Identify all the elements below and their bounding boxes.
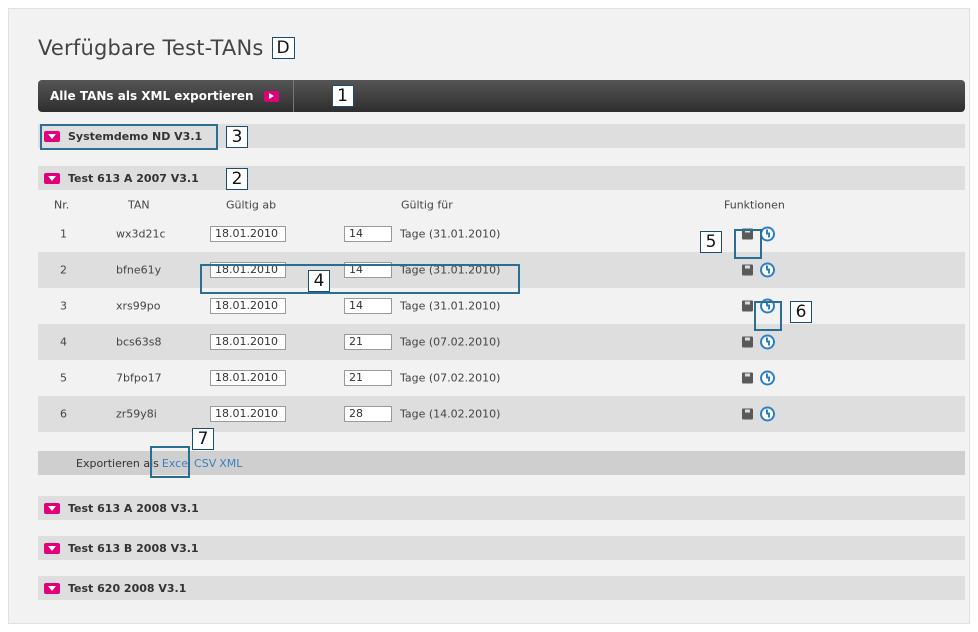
row-tan: xrs99po — [116, 299, 161, 313]
callout-4: 4 — [308, 270, 330, 292]
group-test-613-a-2008[interactable]: Test 613 A 2008 V3.1 — [38, 496, 965, 520]
valid-days-input[interactable]: 14 — [344, 298, 392, 314]
valid-from-input[interactable]: 18.01.2010 — [210, 406, 286, 422]
table-row: 4 bcs63s8 18.01.2010 21 Tage (07.02.2010… — [38, 324, 965, 360]
clock-icon[interactable] — [760, 226, 775, 242]
chevron-down-icon[interactable] — [44, 172, 60, 184]
valid-until-text: Tage (14.02.2010) — [400, 407, 501, 421]
group-label: Test 613 A 2007 V3.1 — [68, 171, 199, 185]
valid-until-text: Tage (07.02.2010) — [400, 335, 501, 349]
valid-days-input[interactable]: 21 — [344, 334, 392, 350]
clock-icon[interactable] — [760, 406, 775, 422]
valid-days-input[interactable]: 14 — [344, 226, 392, 242]
col-header-funktionen: Funktionen — [724, 198, 785, 212]
callout-d: D — [271, 37, 295, 59]
valid-until-text: Tage (31.01.2010) — [400, 263, 501, 277]
save-icon[interactable] — [742, 372, 753, 384]
chevron-down-icon[interactable] — [44, 542, 60, 554]
group-test-613-a-2007[interactable]: Test 613 A 2007 V3.1 — [38, 166, 965, 190]
row-tan: bcs63s8 — [116, 335, 162, 349]
col-header-tan: TAN — [128, 198, 150, 212]
valid-from-input[interactable]: 18.01.2010 — [210, 334, 286, 350]
col-header-nr: Nr. — [54, 198, 70, 212]
callout-6: 6 — [790, 301, 812, 323]
row-nr: 2 — [60, 263, 67, 277]
export-excel-link[interactable]: Excel — [162, 457, 191, 470]
export-as-bar: Exportieren als Excel CSV XML — [38, 451, 965, 475]
save-icon[interactable] — [742, 228, 753, 240]
row-tan: bfne61y — [116, 263, 162, 277]
row-tan: zr59y8i — [116, 407, 157, 421]
row-tan: wx3d21c — [116, 227, 166, 241]
group-label: Systemdemo ND V3.1 — [68, 129, 203, 143]
row-nr: 4 — [60, 335, 67, 349]
clock-icon[interactable] — [760, 262, 775, 278]
page-header: Verfügbare Test-TANs D — [38, 36, 295, 60]
table-row: 3 xrs99po 18.01.2010 14 Tage (31.01.2010… — [38, 288, 965, 324]
save-icon[interactable] — [742, 336, 753, 348]
save-icon[interactable] — [742, 300, 753, 312]
save-icon[interactable] — [742, 264, 753, 276]
save-icon[interactable] — [742, 408, 753, 420]
clock-icon[interactable] — [760, 334, 775, 350]
valid-from-input[interactable]: 18.01.2010 — [210, 298, 286, 314]
valid-from-input[interactable]: 18.01.2010 — [210, 226, 286, 242]
group-label: Test 613 A 2008 V3.1 — [68, 501, 199, 515]
valid-from-input[interactable]: 18.01.2010 — [210, 370, 286, 386]
callout-5: 5 — [700, 231, 722, 253]
row-nr: 5 — [60, 371, 67, 385]
export-xml-link[interactable]: XML — [219, 457, 242, 470]
table-row: 5 7bfpo17 18.01.2010 21 Tage (07.02.2010… — [38, 360, 965, 396]
table-row: 2 bfne61y 18.01.2010 14 Tage (31.01.2010… — [38, 252, 965, 288]
valid-days-input[interactable]: 21 — [344, 370, 392, 386]
col-header-gueltig-ab: Gültig ab — [226, 198, 277, 212]
export-all-xml-label: Alle TANs als XML exportieren — [50, 89, 254, 103]
group-label: Test 613 B 2008 V3.1 — [68, 541, 199, 555]
valid-days-input[interactable]: 28 — [344, 406, 392, 422]
valid-until-text: Tage (31.01.2010) — [400, 299, 501, 313]
group-test-620-2008[interactable]: Test 620 2008 V3.1 — [38, 576, 965, 600]
export-toolbar: Alle TANs als XML exportieren 1 — [38, 80, 965, 112]
callout-3: 3 — [226, 126, 248, 148]
group-test-613-b-2008[interactable]: Test 613 B 2008 V3.1 — [38, 536, 965, 560]
callout-7: 7 — [192, 428, 214, 450]
table-row: 1 wx3d21c 18.01.2010 14 Tage (31.01.2010… — [38, 216, 965, 252]
row-tan: 7bfpo17 — [116, 371, 162, 385]
clock-icon[interactable] — [760, 370, 775, 386]
valid-from-input[interactable]: 18.01.2010 — [210, 262, 286, 278]
chevron-down-icon[interactable] — [44, 502, 60, 514]
chevron-down-icon[interactable] — [44, 130, 60, 142]
page-title: Verfügbare Test-TANs — [38, 36, 264, 60]
export-csv-link[interactable]: CSV — [194, 457, 216, 470]
valid-until-text: Tage (07.02.2010) — [400, 371, 501, 385]
tan-table: Nr. TAN Gültig ab Gültig für Funktionen … — [38, 194, 965, 432]
valid-days-input[interactable]: 14 — [344, 262, 392, 278]
export-as-label: Exportieren als — [76, 456, 159, 470]
valid-until-text: Tage (31.01.2010) — [400, 227, 501, 241]
group-label: Test 620 2008 V3.1 — [68, 581, 187, 595]
table-header: Nr. TAN Gültig ab Gültig für Funktionen — [38, 194, 965, 216]
chevron-down-icon[interactable] — [44, 582, 60, 594]
row-nr: 6 — [60, 407, 67, 421]
group-systemdemo[interactable]: Systemdemo ND V3.1 — [38, 124, 965, 148]
chevron-right-icon — [263, 90, 279, 102]
export-all-xml-button[interactable]: Alle TANs als XML exportieren — [38, 80, 294, 112]
clock-icon[interactable] — [760, 298, 775, 314]
callout-1: 1 — [331, 85, 354, 107]
row-nr: 3 — [60, 299, 67, 313]
row-nr: 1 — [60, 227, 67, 241]
callout-2: 2 — [226, 168, 248, 190]
table-row: 6 zr59y8i 18.01.2010 28 Tage (14.02.2010… — [38, 396, 965, 432]
col-header-gueltig-fuer: Gültig für — [401, 198, 453, 212]
